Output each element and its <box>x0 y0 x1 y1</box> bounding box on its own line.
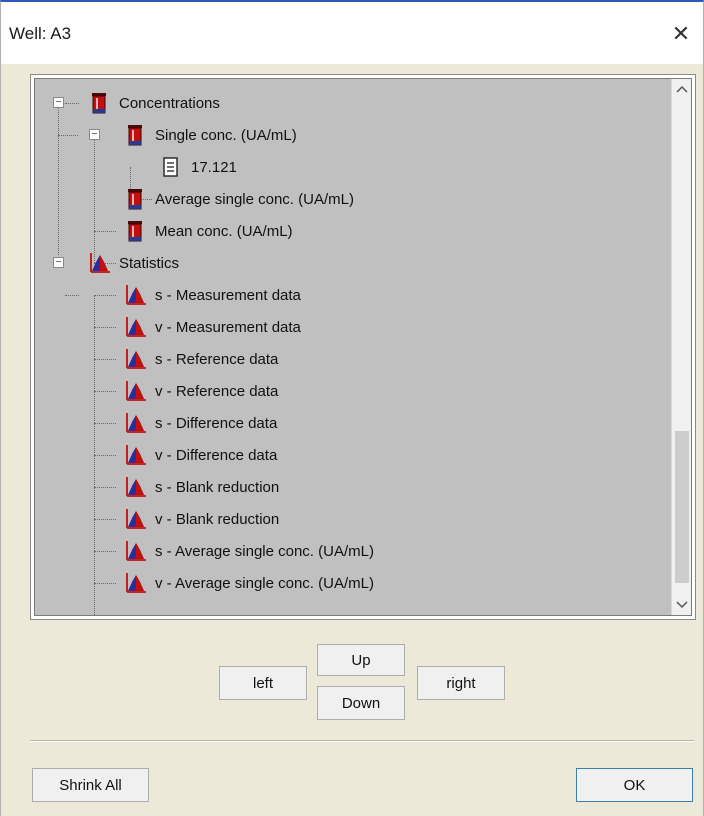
tree-node-label: s - Average single conc. (UA/mL) <box>155 542 374 560</box>
tree-node-label: v - Reference data <box>155 382 279 400</box>
ok-button[interactable]: OK <box>576 768 693 802</box>
tree-node-label: Average single conc. (UA/mL) <box>155 190 354 208</box>
beaker-icon <box>125 220 145 242</box>
document-icon <box>161 156 181 178</box>
title-bar: Well: A3 ✕ <box>1 2 703 64</box>
scroll-down-arrow-icon[interactable] <box>672 595 691 615</box>
tree-scrollbar[interactable] <box>671 79 691 615</box>
window-title: Well: A3 <box>9 24 72 43</box>
tree-node[interactable]: Average single conc. (UA/mL) <box>125 185 354 213</box>
well-dialog: Well: A3 ✕ − Concentrations − Single con… <box>0 0 704 816</box>
distribution-chart-icon <box>89 252 110 274</box>
tree-node-label: Mean conc. (UA/mL) <box>155 222 293 240</box>
left-button[interactable]: left <box>219 666 307 700</box>
distribution-chart-icon <box>125 316 146 338</box>
tree-expander-minus-icon[interactable]: − <box>89 129 100 140</box>
beaker-icon <box>125 188 145 210</box>
close-icon: ✕ <box>671 21 691 46</box>
tree-node-label: s - Blank reduction <box>155 478 280 496</box>
tree-node-label: v - Difference data <box>155 446 278 464</box>
tree-node[interactable]: v - Blank reduction <box>125 505 279 533</box>
tree-content: − Concentrations − Single conc. (UA/mL) 17.1… <box>35 79 671 615</box>
tree-node[interactable]: v - Measurement data <box>125 313 301 341</box>
distribution-chart-icon <box>125 284 146 306</box>
tree-node[interactable]: v - Difference data <box>125 441 277 469</box>
tree-node[interactable]: s - Difference data <box>125 409 277 437</box>
tree-node[interactable]: s - Measurement data <box>125 281 301 309</box>
tree-expander-minus-icon[interactable]: − <box>53 97 64 108</box>
tree-node-label: s - Difference data <box>155 414 278 432</box>
distribution-chart-icon <box>125 540 146 562</box>
tree-expander-minus-icon[interactable]: − <box>53 257 64 268</box>
tree-node[interactable]: s - Average single conc. (UA/mL) <box>125 537 374 565</box>
scroll-thumb[interactable] <box>675 431 689 583</box>
tree-node[interactable]: v - Reference data <box>125 377 278 405</box>
tree-node-label: s - Reference data <box>155 350 279 368</box>
tree-node[interactable]: v - Average single conc. (UA/mL) <box>125 569 374 597</box>
beaker-icon <box>125 124 145 146</box>
tree-node-label: v - Measurement data <box>155 318 301 336</box>
tree-view[interactable]: − Concentrations − Single conc. (UA/mL) 17.1… <box>34 78 692 616</box>
dialog-client-area: − Concentrations − Single conc. (UA/mL) 17.1… <box>1 64 703 816</box>
tree-node-label: Concentrations <box>119 94 220 112</box>
close-button[interactable]: ✕ <box>665 16 697 52</box>
scroll-up-arrow-icon[interactable] <box>672 79 691 99</box>
footer-separator <box>30 740 694 742</box>
tree-node-label: v - Average single conc. (UA/mL) <box>155 574 374 592</box>
distribution-chart-icon <box>125 444 146 466</box>
tree-node-label: 17.121 <box>191 158 237 176</box>
distribution-chart-icon <box>125 348 146 370</box>
right-button[interactable]: right <box>417 666 505 700</box>
up-button[interactable]: Up <box>317 644 405 676</box>
tree-view-frame: − Concentrations − Single conc. (UA/mL) 17.1… <box>30 74 696 620</box>
distribution-chart-icon <box>125 572 146 594</box>
distribution-chart-icon <box>125 476 146 498</box>
down-button[interactable]: Down <box>317 686 405 720</box>
tree-node[interactable]: s - Blank reduction <box>125 473 279 501</box>
tree-node[interactable]: Statistics <box>89 249 179 277</box>
tree-node[interactable]: 17.121 <box>161 153 237 181</box>
tree-node[interactable]: Concentrations <box>89 89 220 117</box>
distribution-chart-icon <box>125 412 146 434</box>
tree-node-label: s - Measurement data <box>155 286 301 304</box>
tree-node[interactable]: Single conc. (UA/mL) <box>125 121 297 149</box>
shrink-all-button[interactable]: Shrink All <box>32 768 149 802</box>
distribution-chart-icon <box>125 380 146 402</box>
tree-node-label: Statistics <box>119 254 180 272</box>
tree-node[interactable]: Mean conc. (UA/mL) <box>125 217 293 245</box>
tree-node[interactable]: s - Reference data <box>125 345 278 373</box>
tree-node-label: Single conc. (UA/mL) <box>155 126 297 144</box>
tree-node-label: v - Blank reduction <box>155 510 280 528</box>
beaker-icon <box>89 92 109 114</box>
distribution-chart-icon <box>125 508 146 530</box>
